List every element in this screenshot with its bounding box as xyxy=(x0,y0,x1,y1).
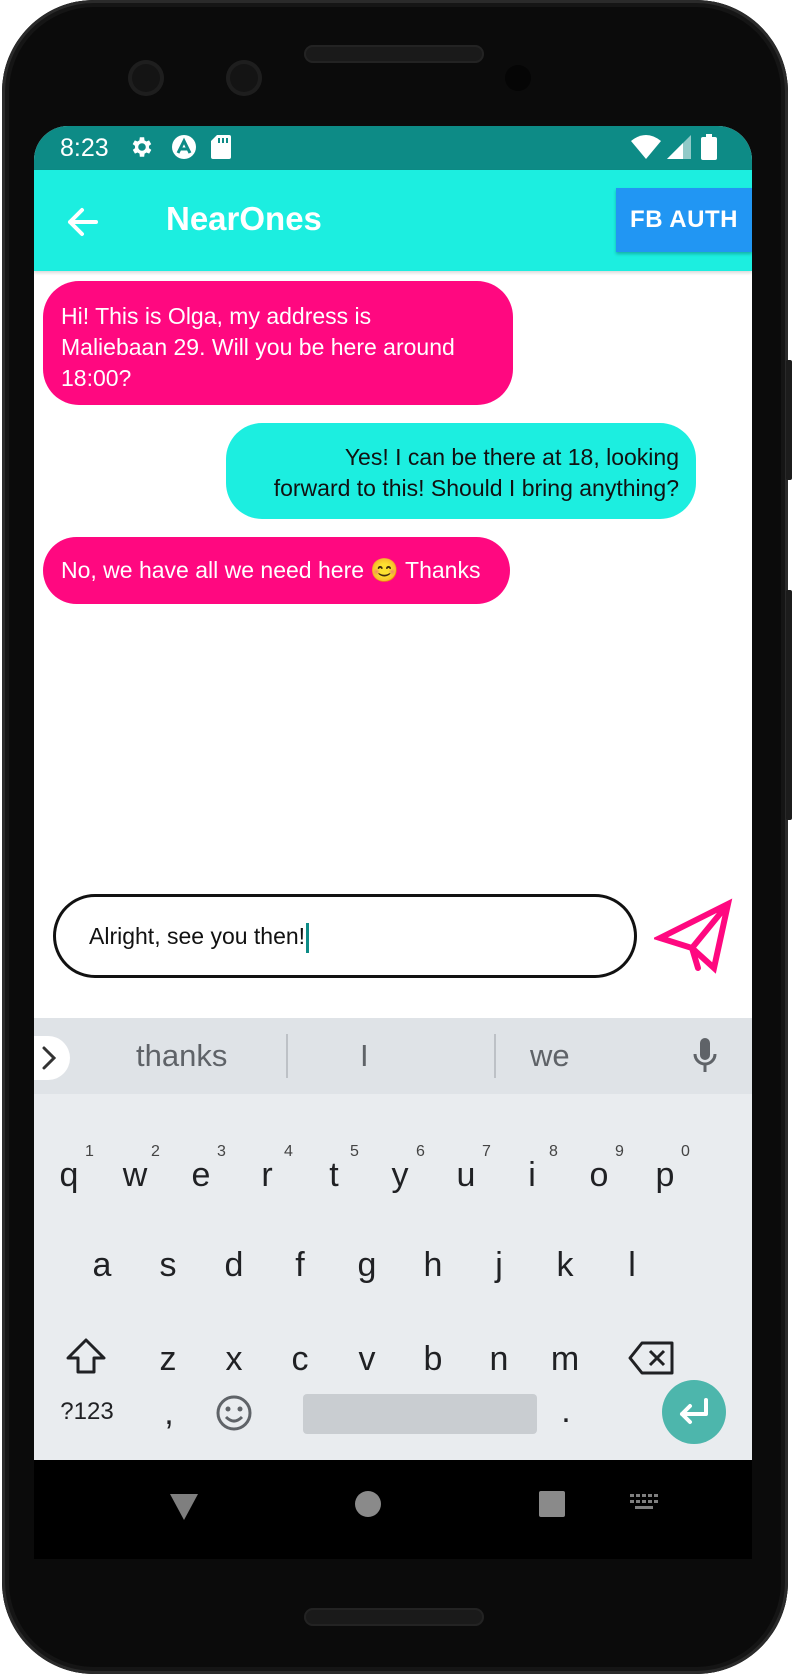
suggestion-item[interactable]: thanks xyxy=(136,1038,227,1074)
symbols-key[interactable]: ?123 xyxy=(52,1398,122,1426)
top-speaker xyxy=(304,45,484,63)
emoji-icon[interactable] xyxy=(215,1394,253,1437)
soft-keyboard: thanks I we q w e r t y u i o p 1 2 3 4 … xyxy=(34,1018,752,1460)
period-key[interactable]: . xyxy=(533,1392,599,1431)
key-p[interactable]: p xyxy=(632,1156,698,1195)
phone-frame: 8:23 NearOnes FB AUTH Hi! This is Olga, … xyxy=(0,0,792,1676)
arrow-left-icon[interactable] xyxy=(62,202,102,242)
key-hint: 1 xyxy=(85,1143,94,1160)
comma-key[interactable]: , xyxy=(136,1394,202,1433)
key-hint: 3 xyxy=(217,1143,226,1160)
key-w[interactable]: w xyxy=(102,1156,168,1195)
gear-icon xyxy=(128,134,156,160)
volume-button xyxy=(786,590,792,820)
key-x[interactable]: x xyxy=(201,1340,267,1379)
keyboard-switch-icon[interactable] xyxy=(630,1494,660,1519)
suggestion-divider xyxy=(494,1034,496,1078)
sd-card-icon xyxy=(210,134,232,160)
status-time: 8:23 xyxy=(60,134,109,162)
key-r[interactable]: r xyxy=(234,1156,300,1195)
key-l[interactable]: l xyxy=(599,1246,665,1285)
message-bubble-incoming: No, we have all we need here 😊 Thanks xyxy=(43,537,510,604)
space-bar[interactable] xyxy=(303,1394,537,1434)
status-bar: 8:23 xyxy=(34,126,752,170)
wifi-icon xyxy=(630,134,662,160)
message-bubble-outgoing: Yes! I can be there at 18, looking forwa… xyxy=(226,423,696,519)
power-button xyxy=(786,360,792,480)
app-bar: NearOnes FB AUTH xyxy=(34,170,752,271)
app-a-icon xyxy=(170,134,198,160)
key-u[interactable]: u xyxy=(433,1156,499,1195)
key-hint: 7 xyxy=(482,1143,491,1160)
key-hint: 6 xyxy=(416,1143,425,1160)
key-a[interactable]: a xyxy=(69,1246,135,1285)
front-camera-icon xyxy=(128,60,164,96)
battery-icon xyxy=(700,134,718,160)
key-hint: 8 xyxy=(549,1143,558,1160)
back-triangle-icon[interactable] xyxy=(168,1492,200,1527)
key-q[interactable]: q xyxy=(36,1156,102,1195)
key-e[interactable]: e xyxy=(168,1156,234,1195)
key-hint: 0 xyxy=(681,1143,690,1160)
key-t[interactable]: t xyxy=(301,1156,367,1195)
overview-square-icon[interactable] xyxy=(538,1490,566,1523)
key-d[interactable]: d xyxy=(201,1246,267,1285)
text-caret xyxy=(306,923,310,953)
navigation-bar xyxy=(34,1460,752,1559)
signal-icon xyxy=(666,134,692,160)
key-n[interactable]: n xyxy=(466,1340,532,1379)
message-input-value: Alright, see you then! xyxy=(89,923,306,950)
front-camera-icon xyxy=(226,60,262,96)
key-j[interactable]: j xyxy=(466,1246,532,1285)
fb-auth-button[interactable]: FB AUTH xyxy=(616,188,752,252)
suggestion-strip: thanks I we xyxy=(34,1018,752,1094)
suggestion-item[interactable]: I xyxy=(360,1038,369,1074)
key-m[interactable]: m xyxy=(532,1340,598,1379)
key-c[interactable]: c xyxy=(267,1340,333,1379)
paper-plane-icon[interactable] xyxy=(652,898,734,978)
key-k[interactable]: k xyxy=(532,1246,598,1285)
key-o[interactable]: o xyxy=(566,1156,632,1195)
microphone-icon[interactable] xyxy=(692,1038,718,1079)
message-bubble-incoming: Hi! This is Olga, my address is Maliebaa… xyxy=(43,281,513,405)
suggestion-item[interactable]: we xyxy=(530,1038,570,1074)
backspace-icon[interactable] xyxy=(628,1340,676,1381)
key-i[interactable]: i xyxy=(499,1156,565,1195)
home-circle-icon[interactable] xyxy=(354,1490,382,1523)
key-g[interactable]: g xyxy=(334,1246,400,1285)
key-f[interactable]: f xyxy=(267,1246,333,1285)
key-z[interactable]: z xyxy=(135,1340,201,1379)
key-v[interactable]: v xyxy=(334,1340,400,1379)
key-h[interactable]: h xyxy=(400,1246,466,1285)
sensor-icon xyxy=(505,65,531,91)
bottom-speaker xyxy=(304,1608,484,1626)
message-input-text: Alright, see you then! xyxy=(89,923,310,953)
app-title: NearOnes xyxy=(166,200,322,237)
key-hint: 5 xyxy=(350,1143,359,1160)
message-input[interactable]: Alright, see you then! xyxy=(53,894,637,978)
enter-button[interactable] xyxy=(662,1380,726,1444)
key-hint: 9 xyxy=(615,1143,624,1160)
screen: 8:23 NearOnes FB AUTH Hi! This is Olga, … xyxy=(34,126,752,1559)
shift-icon[interactable] xyxy=(64,1336,108,1381)
key-y[interactable]: y xyxy=(367,1156,433,1195)
suggestion-divider xyxy=(286,1034,288,1078)
key-b[interactable]: b xyxy=(400,1340,466,1379)
key-s[interactable]: s xyxy=(135,1246,201,1285)
key-hint: 4 xyxy=(284,1143,293,1160)
key-hint: 2 xyxy=(151,1143,160,1160)
suggestion-expand-button[interactable] xyxy=(34,1036,70,1080)
